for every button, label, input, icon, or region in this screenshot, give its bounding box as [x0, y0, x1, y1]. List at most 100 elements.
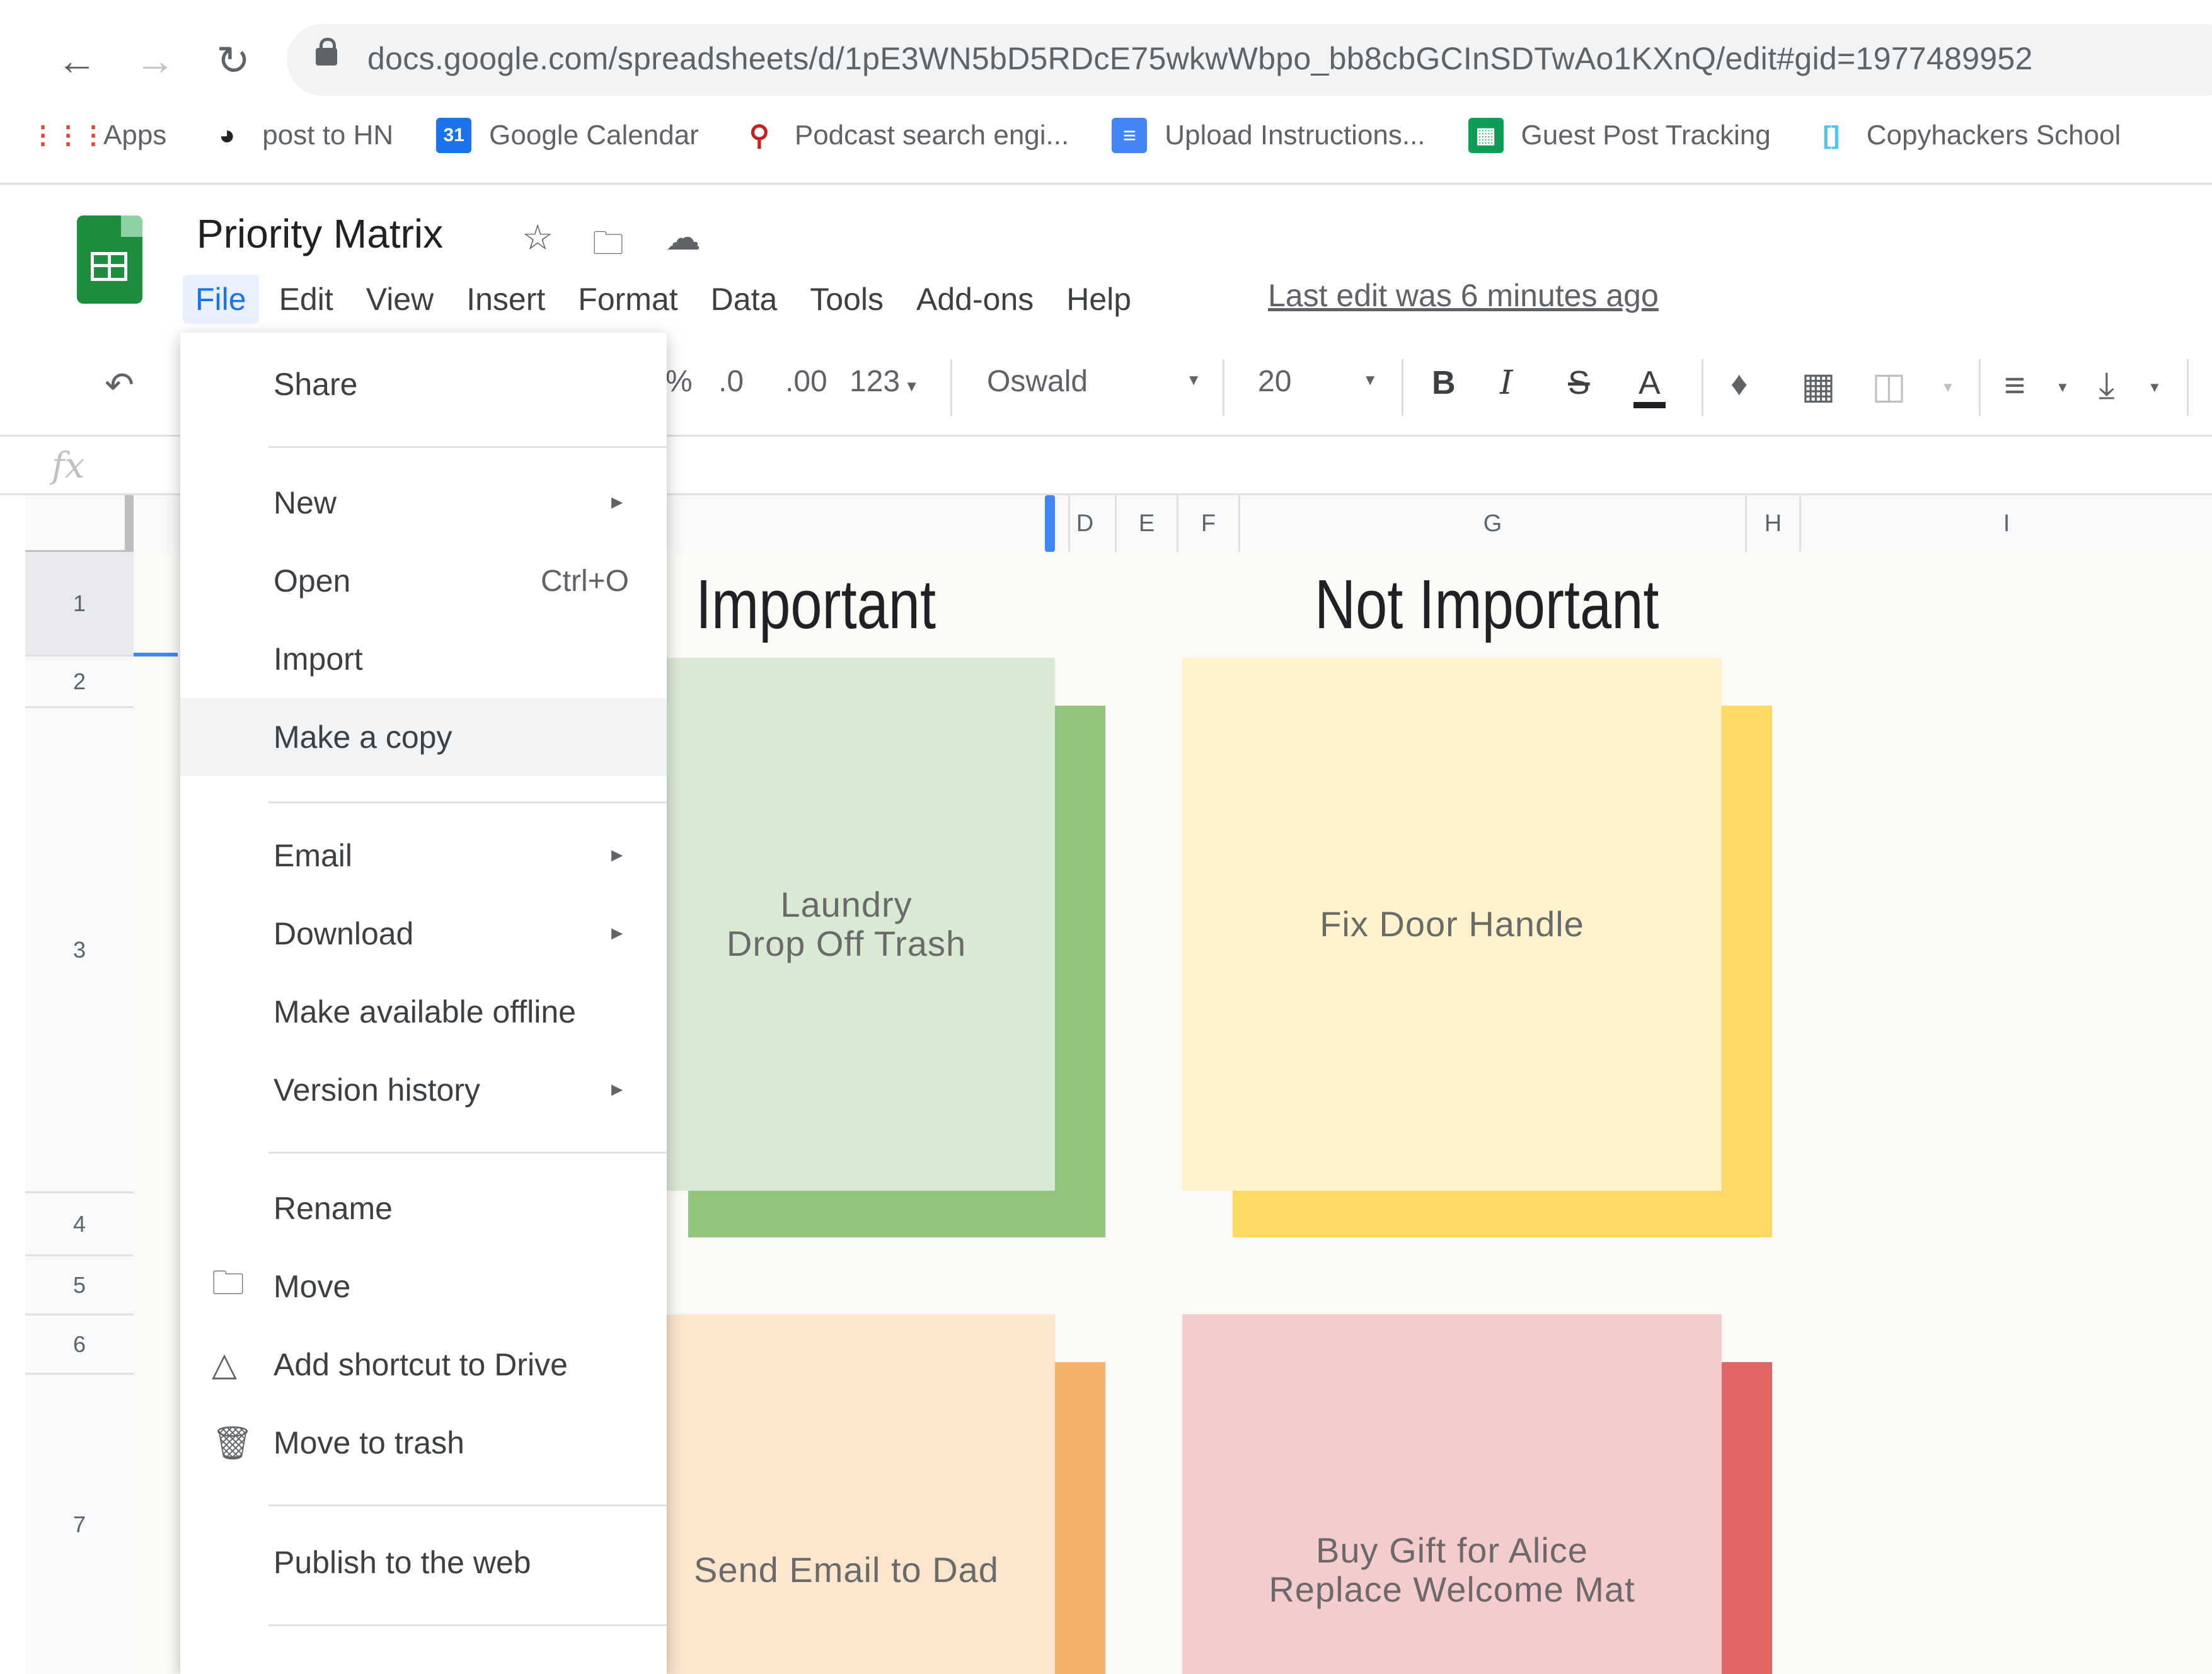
reload-icon[interactable]: ↻ — [203, 30, 263, 91]
text-color-button[interactable]: A — [1633, 364, 1666, 408]
borders-icon[interactable]: ▦ — [1801, 364, 1836, 407]
menu-item-publish-to-the-web[interactable]: Publish to the web — [180, 1523, 667, 1602]
column-header-i[interactable]: I — [1801, 495, 2212, 552]
last-edit-link[interactable]: Last edit was 6 minutes ago — [1268, 277, 1659, 314]
more-formats-button[interactable]: 123 ▼ — [850, 364, 919, 399]
menu-item-label: New — [274, 485, 337, 520]
column-header-f[interactable]: F — [1178, 495, 1240, 552]
menu-item-new[interactable]: New ► — [180, 464, 667, 542]
toolbar-divider — [1702, 359, 1703, 416]
strikethrough-button[interactable]: S — [1568, 364, 1590, 402]
file-menu-dropdown: Share New ► Open Ctrl+O Import Make a copy… — [180, 333, 667, 1674]
merge-cells-icon[interactable]: ◫ — [1872, 364, 1906, 407]
vertical-align-icon[interactable]: ⤓ — [2099, 364, 2115, 407]
bookmark-apps[interactable]: ⋮⋮⋮ Apps — [30, 118, 166, 153]
card-important-not-urgent[interactable]: Send Email to Dad — [638, 1314, 1055, 1674]
menu-bar: File Edit View Insert Format Data Tools … — [183, 271, 1151, 328]
move-folder-icon[interactable]: 🗀 — [592, 221, 624, 274]
menu-item-label: Publish to the web — [274, 1545, 531, 1580]
menu-item-version-history[interactable]: Version history ► — [180, 1051, 667, 1129]
menu-item-import[interactable]: Import — [180, 620, 667, 698]
menu-item-make-a-copy[interactable]: Make a copy — [180, 698, 667, 776]
bookmark-guest-post-tracking[interactable]: ▦ Guest Post Tracking — [1468, 118, 1771, 153]
document-title[interactable]: Priority Matrix — [197, 210, 443, 257]
fill-color-icon[interactable]: ♦ — [1731, 364, 1748, 403]
menu-item-email[interactable]: Email ► — [180, 817, 667, 895]
row-header-1[interactable]: 1 — [25, 552, 134, 656]
column-header-e[interactable]: E — [1117, 495, 1178, 552]
row-header-6[interactable]: 6 — [25, 1316, 134, 1375]
menu-item-share[interactable]: Share — [180, 345, 667, 423]
font-family-select[interactable]: Oswald ▼ — [987, 364, 1201, 399]
menu-separator — [268, 1505, 667, 1506]
trash-icon: 🗑 — [212, 1425, 254, 1462]
menu-separator — [268, 1152, 667, 1154]
column-header-h[interactable]: H — [1747, 495, 1801, 552]
italic-button[interactable]: I — [1500, 364, 1513, 402]
row-header-5[interactable]: 5 — [25, 1256, 134, 1316]
column-header-g[interactable]: G — [1240, 495, 1747, 552]
menu-item-move-to-trash[interactable]: 🗑 Move to trash — [180, 1404, 667, 1482]
chevron-down-icon[interactable]: ▼ — [1941, 379, 1955, 396]
row-header-4[interactable]: 4 — [25, 1193, 134, 1256]
back-arrow-icon[interactable]: ← — [47, 30, 107, 91]
card-important-urgent[interactable]: Laundry Drop Off Trash — [638, 658, 1055, 1191]
bookmark-label: post to HN — [262, 120, 394, 151]
shortcut-label: Ctrl+O — [540, 564, 629, 598]
decrease-decimal-button[interactable]: .0 — [718, 364, 744, 399]
menu-view[interactable]: View — [354, 275, 446, 324]
address-bar[interactable]: docs.google.com/spreadsheets/d/1pE3WN5bD… — [287, 24, 2212, 96]
menu-help[interactable]: Help — [1054, 275, 1144, 324]
freeze-column-handle[interactable] — [1045, 495, 1055, 552]
menu-item-add-shortcut-to-drive[interactable]: △ Add shortcut to Drive — [180, 1326, 667, 1404]
menu-edit[interactable]: Edit — [267, 275, 346, 324]
sheets-icon: ▦ — [1468, 118, 1504, 153]
bold-button[interactable]: B — [1432, 364, 1456, 402]
row-header-2[interactable]: 2 — [25, 656, 134, 708]
menu-file[interactable]: File — [183, 275, 259, 324]
menu-data[interactable]: Data — [698, 275, 790, 324]
menu-item-open[interactable]: Open Ctrl+O — [180, 542, 667, 620]
submenu-arrow-icon: ► — [608, 845, 626, 866]
horizontal-align-icon[interactable]: ≡ — [2004, 364, 2025, 406]
column-header-d[interactable]: D — [1055, 495, 1117, 552]
card-not-important-urgent[interactable]: Fix Door Handle — [1182, 658, 1722, 1191]
menu-tools[interactable]: Tools — [797, 275, 896, 324]
heading-not-important[interactable]: Not Important — [1315, 565, 1659, 645]
menu-separator — [268, 801, 667, 803]
bookmark-google-calendar[interactable]: 31 Google Calendar — [436, 118, 699, 153]
menu-add-ons[interactable]: Add-ons — [904, 275, 1046, 324]
forward-arrow-icon[interactable]: → — [125, 30, 185, 91]
menu-item-label: Open — [274, 563, 351, 599]
more-formats-label: 123 — [850, 365, 901, 398]
lock-icon — [316, 38, 337, 66]
browser-toolbar: ← → ↻ docs.google.com/spreadsheets/d/1pE… — [0, 0, 2212, 185]
menu-item-make-available-offline[interactable]: Make available offline — [180, 973, 667, 1051]
toolbar-divider — [1979, 359, 1981, 416]
sheets-logo-icon[interactable] — [77, 215, 142, 304]
menu-format[interactable]: Format — [565, 275, 690, 324]
search-magnifier-icon: ⚲ — [749, 120, 769, 151]
card-not-important-not-urgent[interactable]: Buy Gift for Alice Replace Welcome Mat — [1182, 1314, 1722, 1674]
undo-icon[interactable]: ↶ — [105, 364, 134, 406]
format-percent-button[interactable]: % — [665, 364, 693, 399]
increase-decimal-button[interactable]: .00 — [785, 364, 827, 399]
menu-item-move[interactable]: 🗀 Move — [180, 1247, 667, 1326]
row-header-7[interactable]: 7 — [25, 1375, 134, 1674]
cloud-status-icon[interactable]: ☁ — [665, 217, 701, 258]
menu-item-rename[interactable]: Rename — [180, 1169, 667, 1247]
row-header-bar: 1 2 3 4 5 6 7 — [25, 552, 135, 1674]
bookmark-copyhackers-school[interactable]: [] Copyhackers School — [1814, 118, 2121, 153]
font-size-select[interactable]: 20 ▼ — [1258, 364, 1378, 399]
chevron-down-icon[interactable]: ▼ — [2148, 379, 2162, 396]
menu-insert[interactable]: Insert — [454, 275, 558, 324]
bookmark-post-to-hn[interactable]: ◕ post to HN — [209, 118, 393, 153]
row-header-3[interactable]: 3 — [25, 708, 134, 1193]
menu-item-download[interactable]: Download ► — [180, 895, 667, 973]
bookmark-upload-instructions[interactable]: ≡ Upload Instructions... — [1112, 118, 1426, 153]
select-all-corner[interactable] — [25, 495, 134, 552]
bookmark-podcast-search[interactable]: ⚲ Podcast search engi... — [742, 118, 1069, 153]
star-icon[interactable]: ☆ — [522, 217, 553, 258]
chevron-down-icon[interactable]: ▼ — [2056, 379, 2070, 396]
heading-important[interactable]: Important — [696, 565, 936, 645]
